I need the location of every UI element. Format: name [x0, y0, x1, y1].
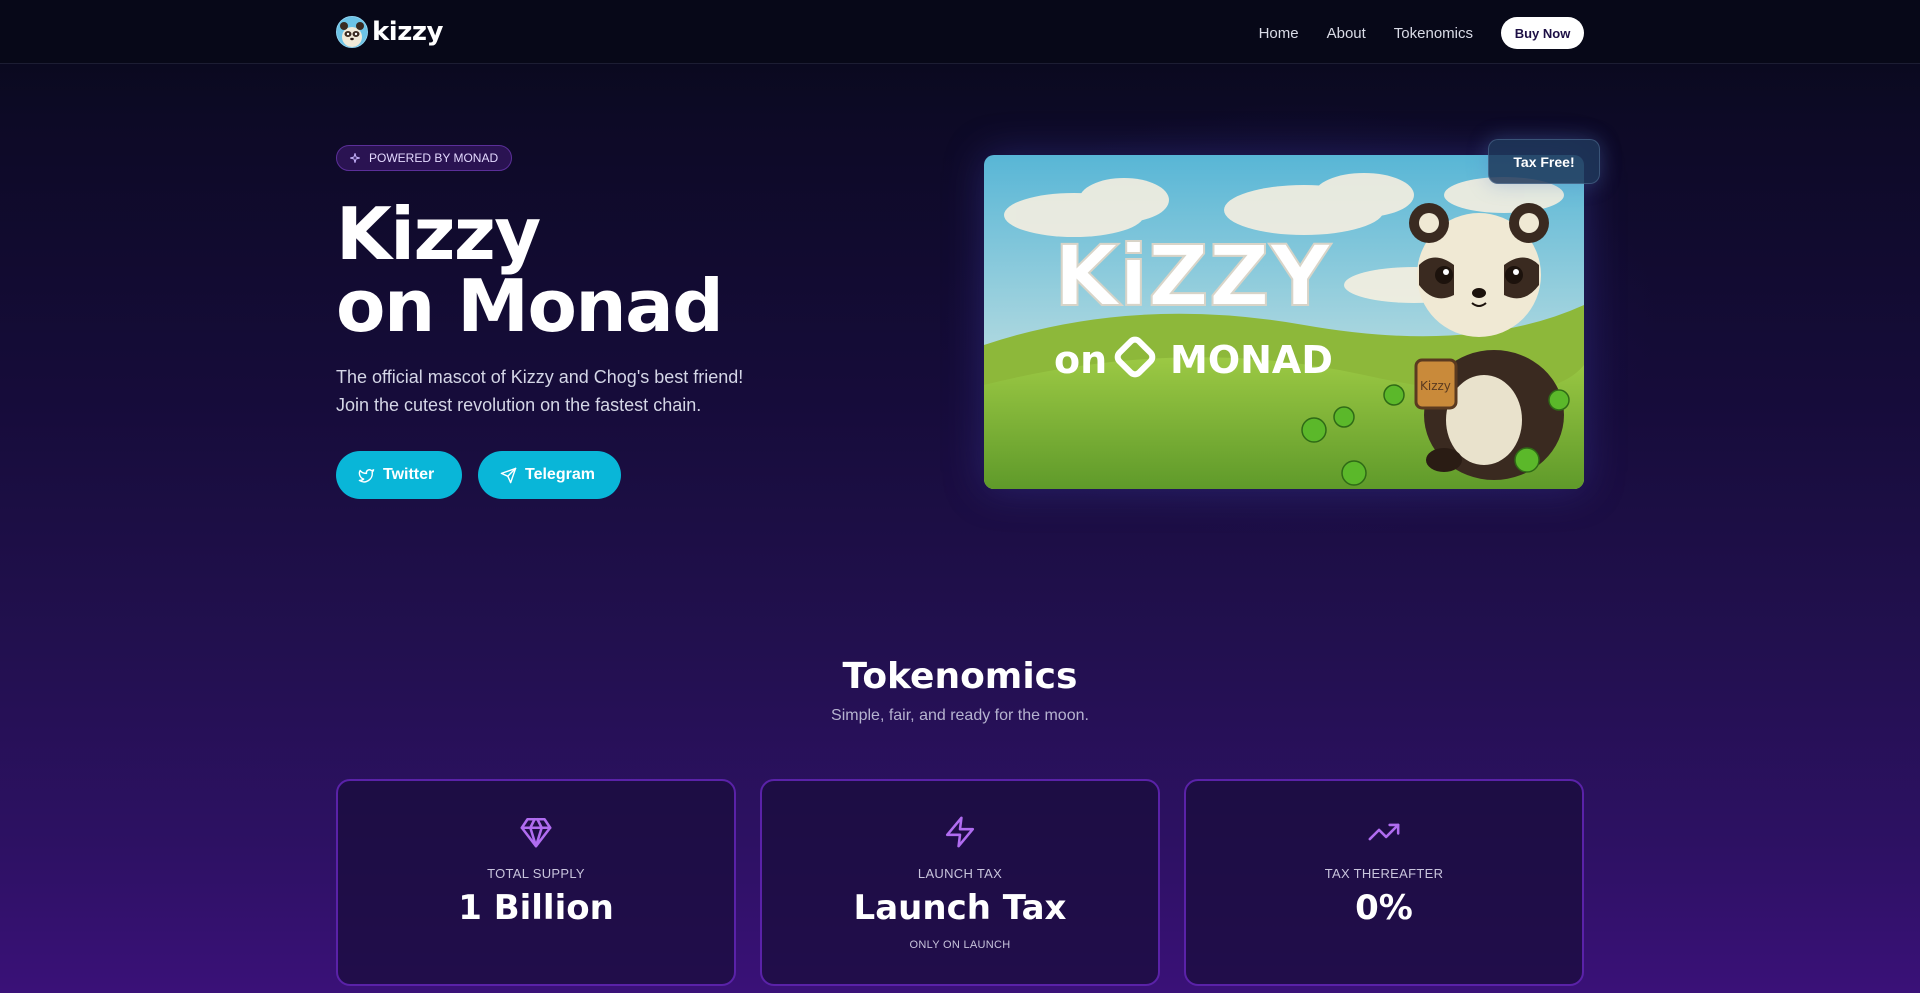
hero-subtitle-line-1: The official mascot of Kizzy and Chog's … — [336, 367, 744, 387]
image-chain-text: MONAD — [1170, 338, 1333, 382]
trending-up-icon — [1368, 823, 1400, 841]
hero-mascot-image: KiZZY on MONAD Kizzy — [984, 155, 1584, 489]
main-nav: Home About Tokenomics Buy Now — [1259, 17, 1584, 49]
sparkle-icon — [350, 153, 360, 163]
twitter-bird-icon — [358, 468, 375, 483]
powered-by-label: POWERED BY MONAD — [369, 151, 499, 165]
tokenomics-subtitle: Simple, fair, and ready for the moon. — [831, 707, 1089, 724]
social-buttons: Twitter Telegram — [336, 451, 621, 499]
tokenomics-cards: TOTAL SUPPLY 1 Billion LAUNCH TAX Launch… — [336, 779, 1584, 986]
buy-now-button[interactable]: Buy Now — [1501, 17, 1584, 49]
card-label: TOTAL SUPPLY — [487, 866, 585, 881]
card-value: 0% — [1355, 888, 1413, 928]
hero-title: Kizzy on Monad — [336, 198, 724, 342]
card-label: LAUNCH TAX — [917, 866, 1003, 881]
mug-label: Kizzy — [1420, 379, 1451, 393]
powered-by-badge: POWERED BY MONAD — [336, 145, 513, 171]
bolt-icon — [945, 816, 975, 848]
image-on-text: on — [1054, 338, 1107, 382]
hero-subtitle-line-2: Join the cutest revolution on the fastes… — [336, 395, 702, 415]
nav-about-link[interactable]: About — [1327, 25, 1366, 42]
twitter-label: Twitter — [383, 466, 435, 483]
nav-tokenomics-link[interactable]: Tokenomics — [1394, 25, 1473, 42]
hero-title-line-2: on Monad — [336, 264, 724, 348]
tokenomics-title: Tokenomics — [842, 656, 1078, 697]
card-label: TAX THEREAFTER — [1324, 866, 1444, 881]
card-value: 1 Billion — [458, 888, 614, 928]
hero-subtitle: The official mascot of Kizzy and Chog's … — [336, 363, 796, 419]
telegram-button[interactable]: Telegram — [478, 451, 621, 499]
total-supply-card: TOTAL SUPPLY 1 Billion — [336, 779, 736, 986]
gem-icon — [520, 817, 552, 848]
logo-wordmark: kizzy — [372, 17, 443, 47]
tax-free-badge: Tax Free! — [1488, 139, 1600, 184]
card-note: ONLY ON LAUNCH — [909, 939, 1011, 951]
telegram-label: Telegram — [525, 466, 595, 483]
twitter-button[interactable]: Twitter — [336, 451, 462, 499]
top-navbar: kizzy Home About Tokenomics Buy Now — [0, 0, 1920, 64]
tax-thereafter-card: TAX THEREAFTER 0% — [1184, 779, 1584, 986]
send-plane-icon — [500, 467, 517, 483]
image-brand-text: KiZZY — [1054, 227, 1332, 325]
launch-tax-card: LAUNCH TAX Launch Tax ONLY ON LAUNCH — [760, 779, 1160, 986]
logo-avatar — [336, 16, 368, 48]
nav-home-link[interactable]: Home — [1259, 25, 1299, 42]
logo[interactable]: kizzy — [336, 16, 443, 48]
card-value: Launch Tax — [853, 888, 1067, 928]
